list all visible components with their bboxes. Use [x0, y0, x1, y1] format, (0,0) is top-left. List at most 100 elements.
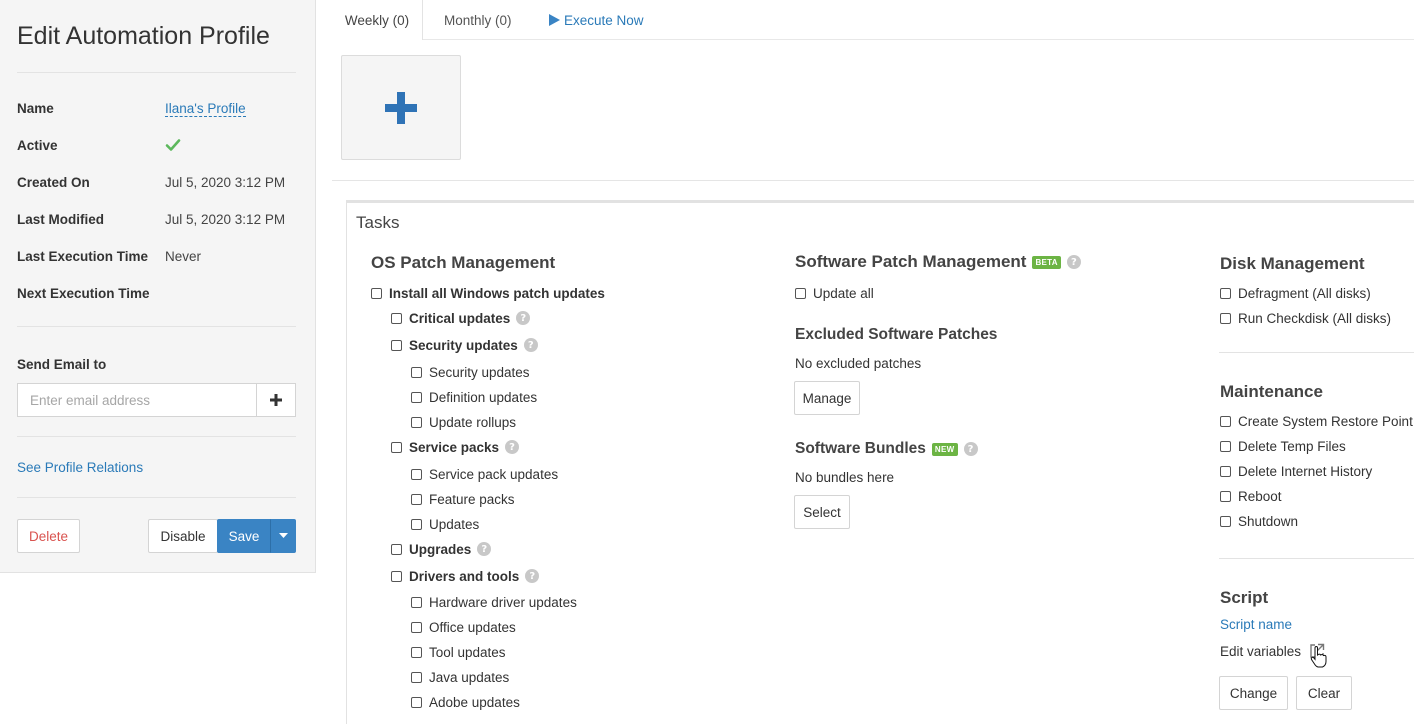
- help-icon[interactable]: ?: [477, 542, 492, 556]
- script-name-link[interactable]: Script name: [1220, 617, 1292, 632]
- checkbox-label: Security updates: [429, 364, 530, 380]
- maintenance-item[interactable]: Shutdown: [1220, 511, 1298, 531]
- new-badge: NEW: [931, 442, 958, 456]
- maintenance-item[interactable]: Delete Temp Files: [1220, 436, 1346, 456]
- last-modified-value: Jul 5, 2020 3:12 PM: [165, 212, 286, 227]
- os-patch-item[interactable]: Critical updates?: [391, 308, 531, 328]
- checkbox[interactable]: [411, 596, 422, 608]
- os-patch-item[interactable]: Service pack updates: [411, 464, 558, 484]
- os-patch-item[interactable]: Install all Windows patch updates: [371, 283, 605, 303]
- checkbox[interactable]: [1220, 490, 1231, 502]
- tab-weekly[interactable]: Weekly (0): [332, 0, 423, 40]
- checkbox[interactable]: [1220, 312, 1231, 324]
- help-icon[interactable]: ?: [525, 569, 540, 583]
- checkbox-label: Security updates: [409, 337, 518, 353]
- clear-script-button[interactable]: Clear: [1296, 676, 1352, 710]
- save-options-dropdown[interactable]: [270, 519, 296, 553]
- excluded-patches-text: No excluded patches: [795, 356, 922, 371]
- os-patch-item[interactable]: Definition updates: [411, 387, 537, 407]
- checkbox-label: Java updates: [429, 669, 510, 685]
- maintenance-item[interactable]: Delete Internet History: [1220, 461, 1372, 481]
- caret-down-icon: [278, 533, 288, 538]
- disk-management-item[interactable]: Run Checkdisk (All disks): [1220, 308, 1391, 328]
- checkbox-label: Install all Windows patch updates: [389, 285, 605, 301]
- update-all-checkbox[interactable]: Update all: [795, 283, 874, 303]
- email-input[interactable]: [17, 383, 257, 417]
- software-bundles-header: Software Bundles NEW ?: [795, 440, 978, 458]
- checkbox[interactable]: [391, 543, 402, 555]
- checkbox[interactable]: [411, 493, 422, 505]
- checkbox[interactable]: [411, 518, 422, 530]
- checkbox[interactable]: [391, 441, 402, 453]
- checkbox[interactable]: [411, 468, 422, 480]
- checkbox-label: Drivers and tools: [409, 568, 520, 584]
- play-icon: [549, 14, 560, 26]
- checkbox[interactable]: [1220, 465, 1231, 477]
- os-patch-item[interactable]: Adobe updates: [411, 692, 520, 712]
- add-schedule-button[interactable]: [341, 55, 461, 160]
- checkbox[interactable]: [411, 391, 422, 403]
- os-patch-item[interactable]: Update rollups: [411, 412, 516, 432]
- tab-execute-now[interactable]: Execute Now: [549, 0, 644, 40]
- os-patch-item[interactable]: Feature packs: [411, 489, 515, 509]
- checkbox[interactable]: [391, 339, 402, 351]
- os-patch-item[interactable]: Office updates: [411, 617, 516, 637]
- last-modified-label: Last Modified: [17, 212, 104, 227]
- divider: [17, 436, 296, 437]
- help-icon[interactable]: ?: [1066, 255, 1081, 269]
- disable-button[interactable]: Disable: [148, 519, 218, 553]
- checkbox[interactable]: [371, 287, 382, 299]
- tasks-title: Tasks: [356, 213, 400, 232]
- help-icon[interactable]: ?: [505, 440, 520, 454]
- tab-monthly[interactable]: Monthly (0): [444, 0, 512, 40]
- help-icon[interactable]: ?: [963, 442, 978, 456]
- plus-icon: [385, 91, 417, 124]
- delete-button[interactable]: Delete: [17, 519, 80, 553]
- os-patch-item[interactable]: Hardware driver updates: [411, 592, 577, 612]
- maintenance-item[interactable]: Reboot: [1220, 486, 1282, 506]
- os-patch-item[interactable]: Java updates: [411, 667, 509, 687]
- software-patch-header: Software Patch Management BETA ?: [795, 252, 1081, 272]
- disk-management-item[interactable]: Defragment (All disks): [1220, 283, 1371, 303]
- select-button[interactable]: Select: [794, 495, 850, 529]
- os-patch-item[interactable]: Tool updates: [411, 642, 506, 662]
- checkbox-label: Definition updates: [429, 389, 538, 405]
- os-patch-item[interactable]: Security updates: [411, 362, 530, 382]
- os-patch-item[interactable]: Drivers and tools?: [391, 566, 540, 586]
- checkbox[interactable]: [1220, 287, 1231, 299]
- checkbox[interactable]: [1220, 415, 1231, 427]
- plus-icon: [270, 394, 282, 406]
- checkbox[interactable]: [411, 621, 422, 633]
- checkbox-label: Delete Temp Files: [1238, 438, 1346, 454]
- checkbox[interactable]: [411, 646, 422, 658]
- disk-management-title: Disk Management: [1220, 254, 1365, 273]
- checkbox[interactable]: [391, 570, 402, 582]
- checkbox[interactable]: [391, 312, 402, 324]
- add-email-button[interactable]: [256, 383, 296, 417]
- checkbox[interactable]: [411, 671, 422, 683]
- checkbox[interactable]: [1220, 515, 1231, 527]
- save-button[interactable]: Save: [217, 519, 271, 553]
- checkbox[interactable]: [411, 416, 422, 428]
- checkbox[interactable]: [411, 696, 422, 708]
- os-patch-item[interactable]: Service packs?: [391, 437, 520, 457]
- checkbox[interactable]: [411, 366, 422, 378]
- os-patch-item[interactable]: Upgrades?: [391, 539, 492, 559]
- help-icon[interactable]: ?: [516, 311, 531, 325]
- created-on-label: Created On: [17, 175, 90, 190]
- manage-button[interactable]: Manage: [794, 381, 860, 415]
- os-patch-item[interactable]: Updates: [411, 514, 479, 534]
- checkbox[interactable]: [1220, 440, 1231, 452]
- help-icon[interactable]: ?: [523, 338, 538, 352]
- checkbox-label: Update rollups: [429, 414, 517, 430]
- os-patch-item[interactable]: Security updates?: [391, 335, 538, 355]
- checkbox-label: Hardware driver updates: [429, 594, 577, 610]
- change-script-button[interactable]: Change: [1219, 676, 1288, 710]
- profile-name-link[interactable]: Ilana's Profile: [165, 101, 246, 117]
- checkbox-label: Service packs: [409, 439, 500, 455]
- send-email-label: Send Email to: [17, 357, 107, 372]
- checkbox[interactable]: [795, 287, 806, 299]
- see-profile-relations-link[interactable]: See Profile Relations: [17, 460, 143, 475]
- tab-label: Monthly (0): [444, 12, 512, 28]
- maintenance-item[interactable]: Create System Restore Point: [1220, 411, 1413, 431]
